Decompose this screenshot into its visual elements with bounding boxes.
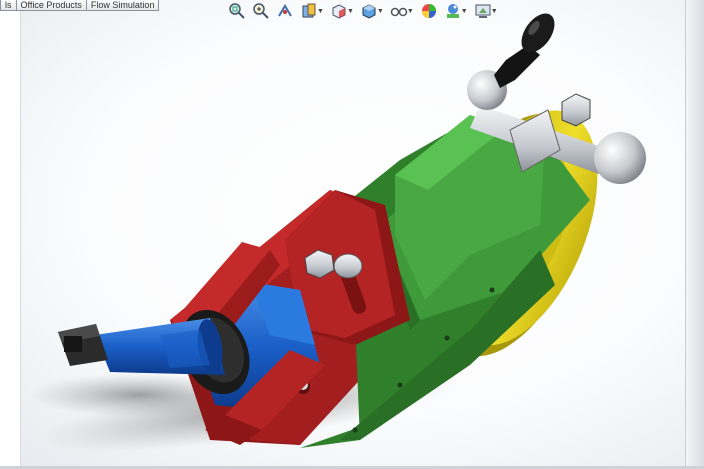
black-knob-handle[interactable] (494, 8, 561, 88)
spindle-tip[interactable] (58, 324, 108, 366)
blue-spindle[interactable] (95, 318, 226, 377)
tailstock-assembly-model[interactable] (0, 0, 704, 469)
